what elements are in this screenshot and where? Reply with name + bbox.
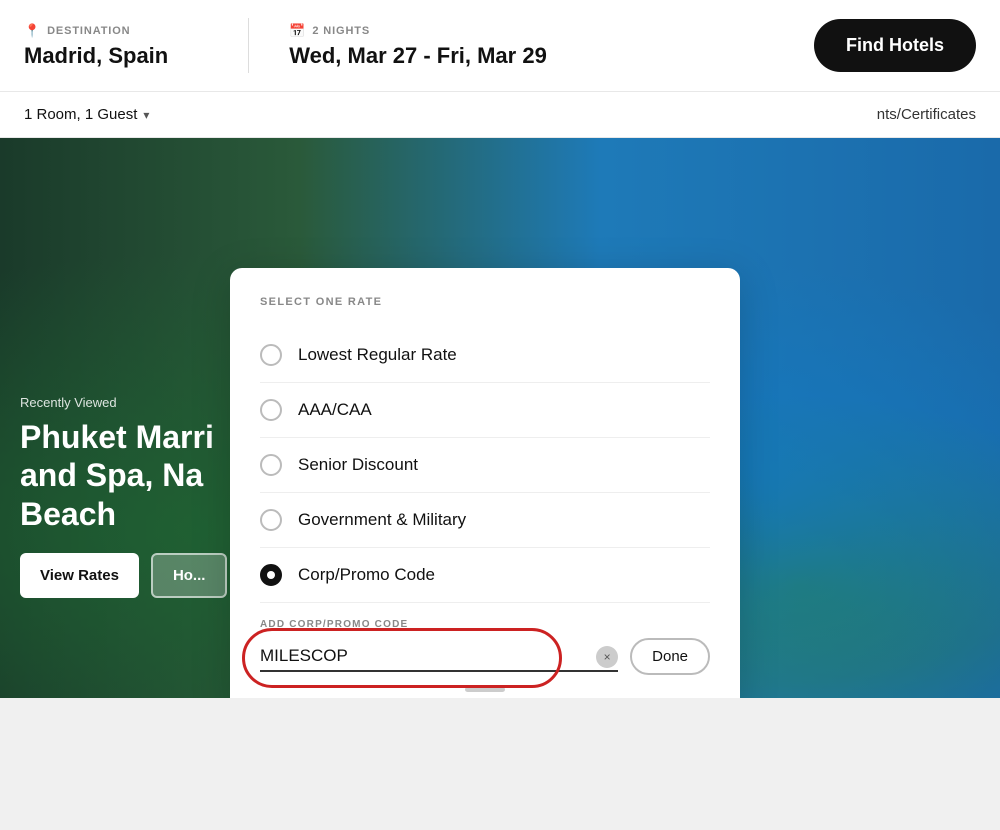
promo-input-wrapper: × <box>260 642 618 672</box>
find-hotels-button[interactable]: Find Hotels <box>814 19 976 72</box>
room-guest-selector[interactable]: 1 Room, 1 Guest ▾ <box>24 106 149 123</box>
destination-section: 📍 DESTINATION Madrid, Spain <box>24 23 208 69</box>
rate-label-aaa: AAA/CAA <box>298 400 372 420</box>
calendar-icon: 📅 <box>289 23 306 39</box>
dates-value[interactable]: Wed, Mar 27 - Fri, Mar 29 <box>289 43 547 69</box>
destination-label: 📍 DESTINATION <box>24 23 168 39</box>
hero-buttons: View Rates Ho... <box>20 553 227 598</box>
radio-corp[interactable] <box>260 564 282 586</box>
rate-label-senior: Senior Discount <box>298 455 418 475</box>
view-rates-button[interactable]: View Rates <box>20 553 139 598</box>
certificates-link[interactable]: nts/Certificates <box>877 106 976 123</box>
rate-label-lowest: Lowest Regular Rate <box>298 345 457 365</box>
hotel-name: Phuket Marri and Spa, Na Beach <box>20 418 227 533</box>
rate-label-govt: Government & Military <box>298 510 466 530</box>
dropdown-title: SELECT ONE RATE <box>260 296 710 308</box>
promo-input-row: × Done <box>260 638 710 675</box>
rate-label-corp: Corp/Promo Code <box>298 565 435 585</box>
hero-section: Recently Viewed Phuket Marri and Spa, Na… <box>0 138 1000 698</box>
rate-option-govt[interactable]: Government & Military <box>260 493 710 548</box>
radio-senior[interactable] <box>260 454 282 476</box>
promo-input-section: ADD CORP/PROMO CODE × Done <box>260 611 710 675</box>
destination-value[interactable]: Madrid, Spain <box>24 43 168 69</box>
header-divider <box>248 18 249 73</box>
location-icon: 📍 <box>24 23 41 39</box>
dates-section: 📅 2 NIGHTS Wed, Mar 27 - Fri, Mar 29 <box>289 23 587 69</box>
sub-header: 1 Room, 1 Guest ▾ nts/Certificates <box>0 92 1000 138</box>
header: 📍 DESTINATION Madrid, Spain 📅 2 NIGHTS W… <box>0 0 1000 92</box>
promo-done-button[interactable]: Done <box>630 638 710 675</box>
radio-aaa[interactable] <box>260 399 282 421</box>
promo-clear-button[interactable]: × <box>596 646 618 668</box>
radio-govt[interactable] <box>260 509 282 531</box>
rate-option-lowest[interactable]: Lowest Regular Rate <box>260 328 710 383</box>
chevron-down-icon: ▾ <box>143 108 149 122</box>
rate-dropdown: SELECT ONE RATE Lowest Regular Rate AAA/… <box>230 268 740 698</box>
hotel-info-button[interactable]: Ho... <box>151 553 228 598</box>
rate-option-aaa[interactable]: AAA/CAA <box>260 383 710 438</box>
recently-viewed-label: Recently Viewed <box>20 395 227 410</box>
scroll-indicator <box>465 687 505 692</box>
nights-label: 📅 2 NIGHTS <box>289 23 547 39</box>
hero-content: Recently Viewed Phuket Marri and Spa, Na… <box>20 395 227 598</box>
rate-option-senior[interactable]: Senior Discount <box>260 438 710 493</box>
radio-lowest[interactable] <box>260 344 282 366</box>
rate-option-corp[interactable]: Corp/Promo Code <box>260 548 710 603</box>
promo-code-input[interactable] <box>260 642 618 672</box>
promo-input-label: ADD CORP/PROMO CODE <box>260 619 710 630</box>
